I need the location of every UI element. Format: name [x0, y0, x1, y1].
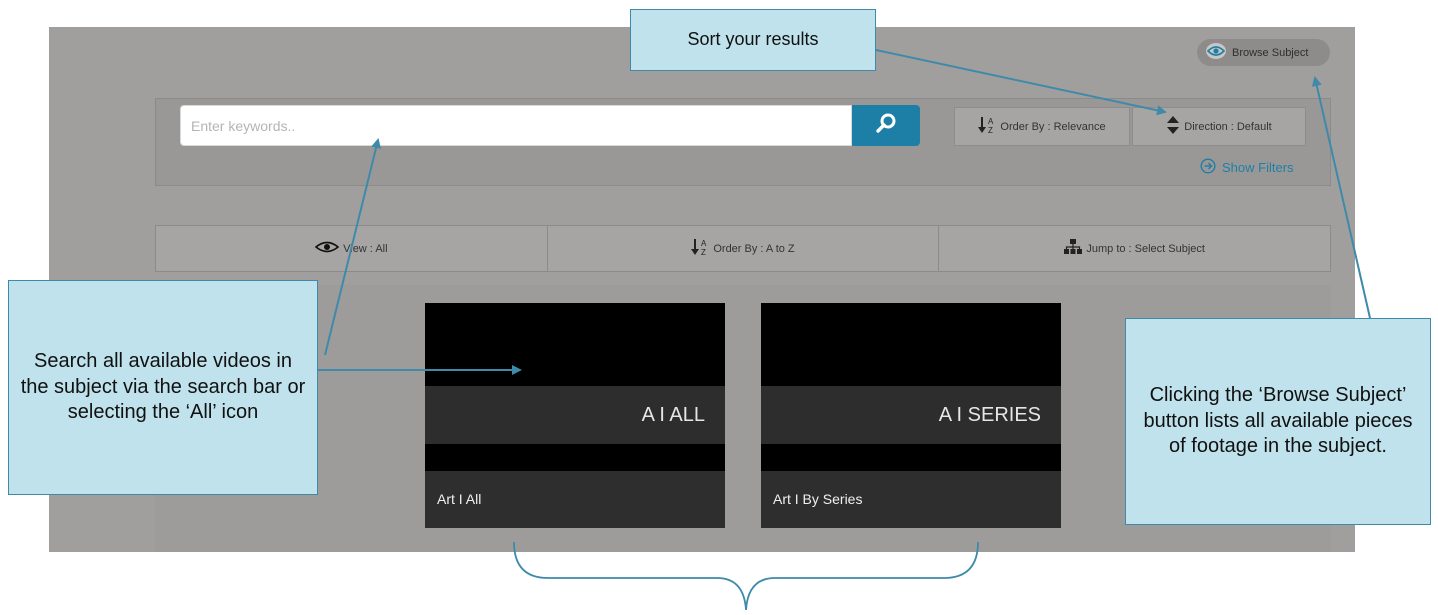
card-band-title: A I SERIES: [761, 386, 1061, 444]
svg-text:Z: Z: [988, 126, 993, 135]
view-label: View : All: [343, 242, 388, 255]
callout-sort: Sort your results: [630, 9, 876, 71]
callout-sort-text: Sort your results: [687, 29, 819, 50]
order-by-relevance-button[interactable]: A Z Order By : Relevance: [954, 107, 1130, 146]
eye-icon: [314, 240, 340, 257]
svg-text:Z: Z: [701, 248, 706, 257]
subject-card-series[interactable]: A I SERIES Art I By Series: [761, 303, 1061, 528]
sort-direction-icon: [1166, 115, 1180, 138]
browse-subject-label: Browse Subject: [1232, 46, 1309, 59]
jump-to-subject-button[interactable]: Jump to : Select Subject: [939, 226, 1330, 271]
arrow-circle-right-icon: [1200, 158, 1216, 177]
direction-button[interactable]: Direction : Default: [1132, 107, 1306, 146]
curly-brace: [513, 541, 979, 611]
sort-az-icon: A Z: [978, 115, 996, 138]
order-az-label: Order By : A to Z: [713, 242, 795, 255]
callout-search-text: Search all available videos in the subje…: [20, 350, 306, 424]
direction-label: Direction : Default: [1184, 120, 1272, 133]
order-by-label: Order By : Relevance: [1000, 120, 1106, 133]
callout-search: Search all available videos in the subje…: [8, 280, 318, 495]
search-icon: [875, 112, 897, 139]
order-by-az-button[interactable]: A Z Order By : A to Z: [548, 226, 940, 271]
sort-az-icon: A Z: [691, 237, 709, 260]
card-caption: Art I By Series: [761, 471, 1061, 528]
card-caption: Art I All: [425, 471, 725, 528]
browse-subject-button[interactable]: Browse Subject: [1197, 39, 1330, 66]
callout-browse: Clicking the ‘Browse Subject’ button lis…: [1125, 318, 1431, 525]
show-filters-link[interactable]: Show Filters: [1200, 158, 1294, 177]
search-input[interactable]: [180, 105, 852, 146]
view-all-button[interactable]: View : All: [156, 226, 548, 271]
card-band-title: A I ALL: [425, 386, 725, 444]
svg-text:A: A: [988, 117, 994, 126]
jump-to-label: Jump to : Select Subject: [1086, 242, 1205, 255]
search-button[interactable]: [852, 105, 920, 146]
show-filters-label: Show Filters: [1222, 160, 1294, 175]
sitemap-icon: [1064, 239, 1083, 258]
svg-text:A: A: [701, 239, 707, 248]
eye-icon: [1205, 42, 1227, 63]
view-toolbar: View : All A Z Order By : A to Z Jump to…: [155, 225, 1331, 272]
callout-browse-text: Clicking the ‘Browse Subject’ button lis…: [1143, 384, 1413, 458]
subject-card-all[interactable]: A I ALL Art I All: [425, 303, 725, 528]
